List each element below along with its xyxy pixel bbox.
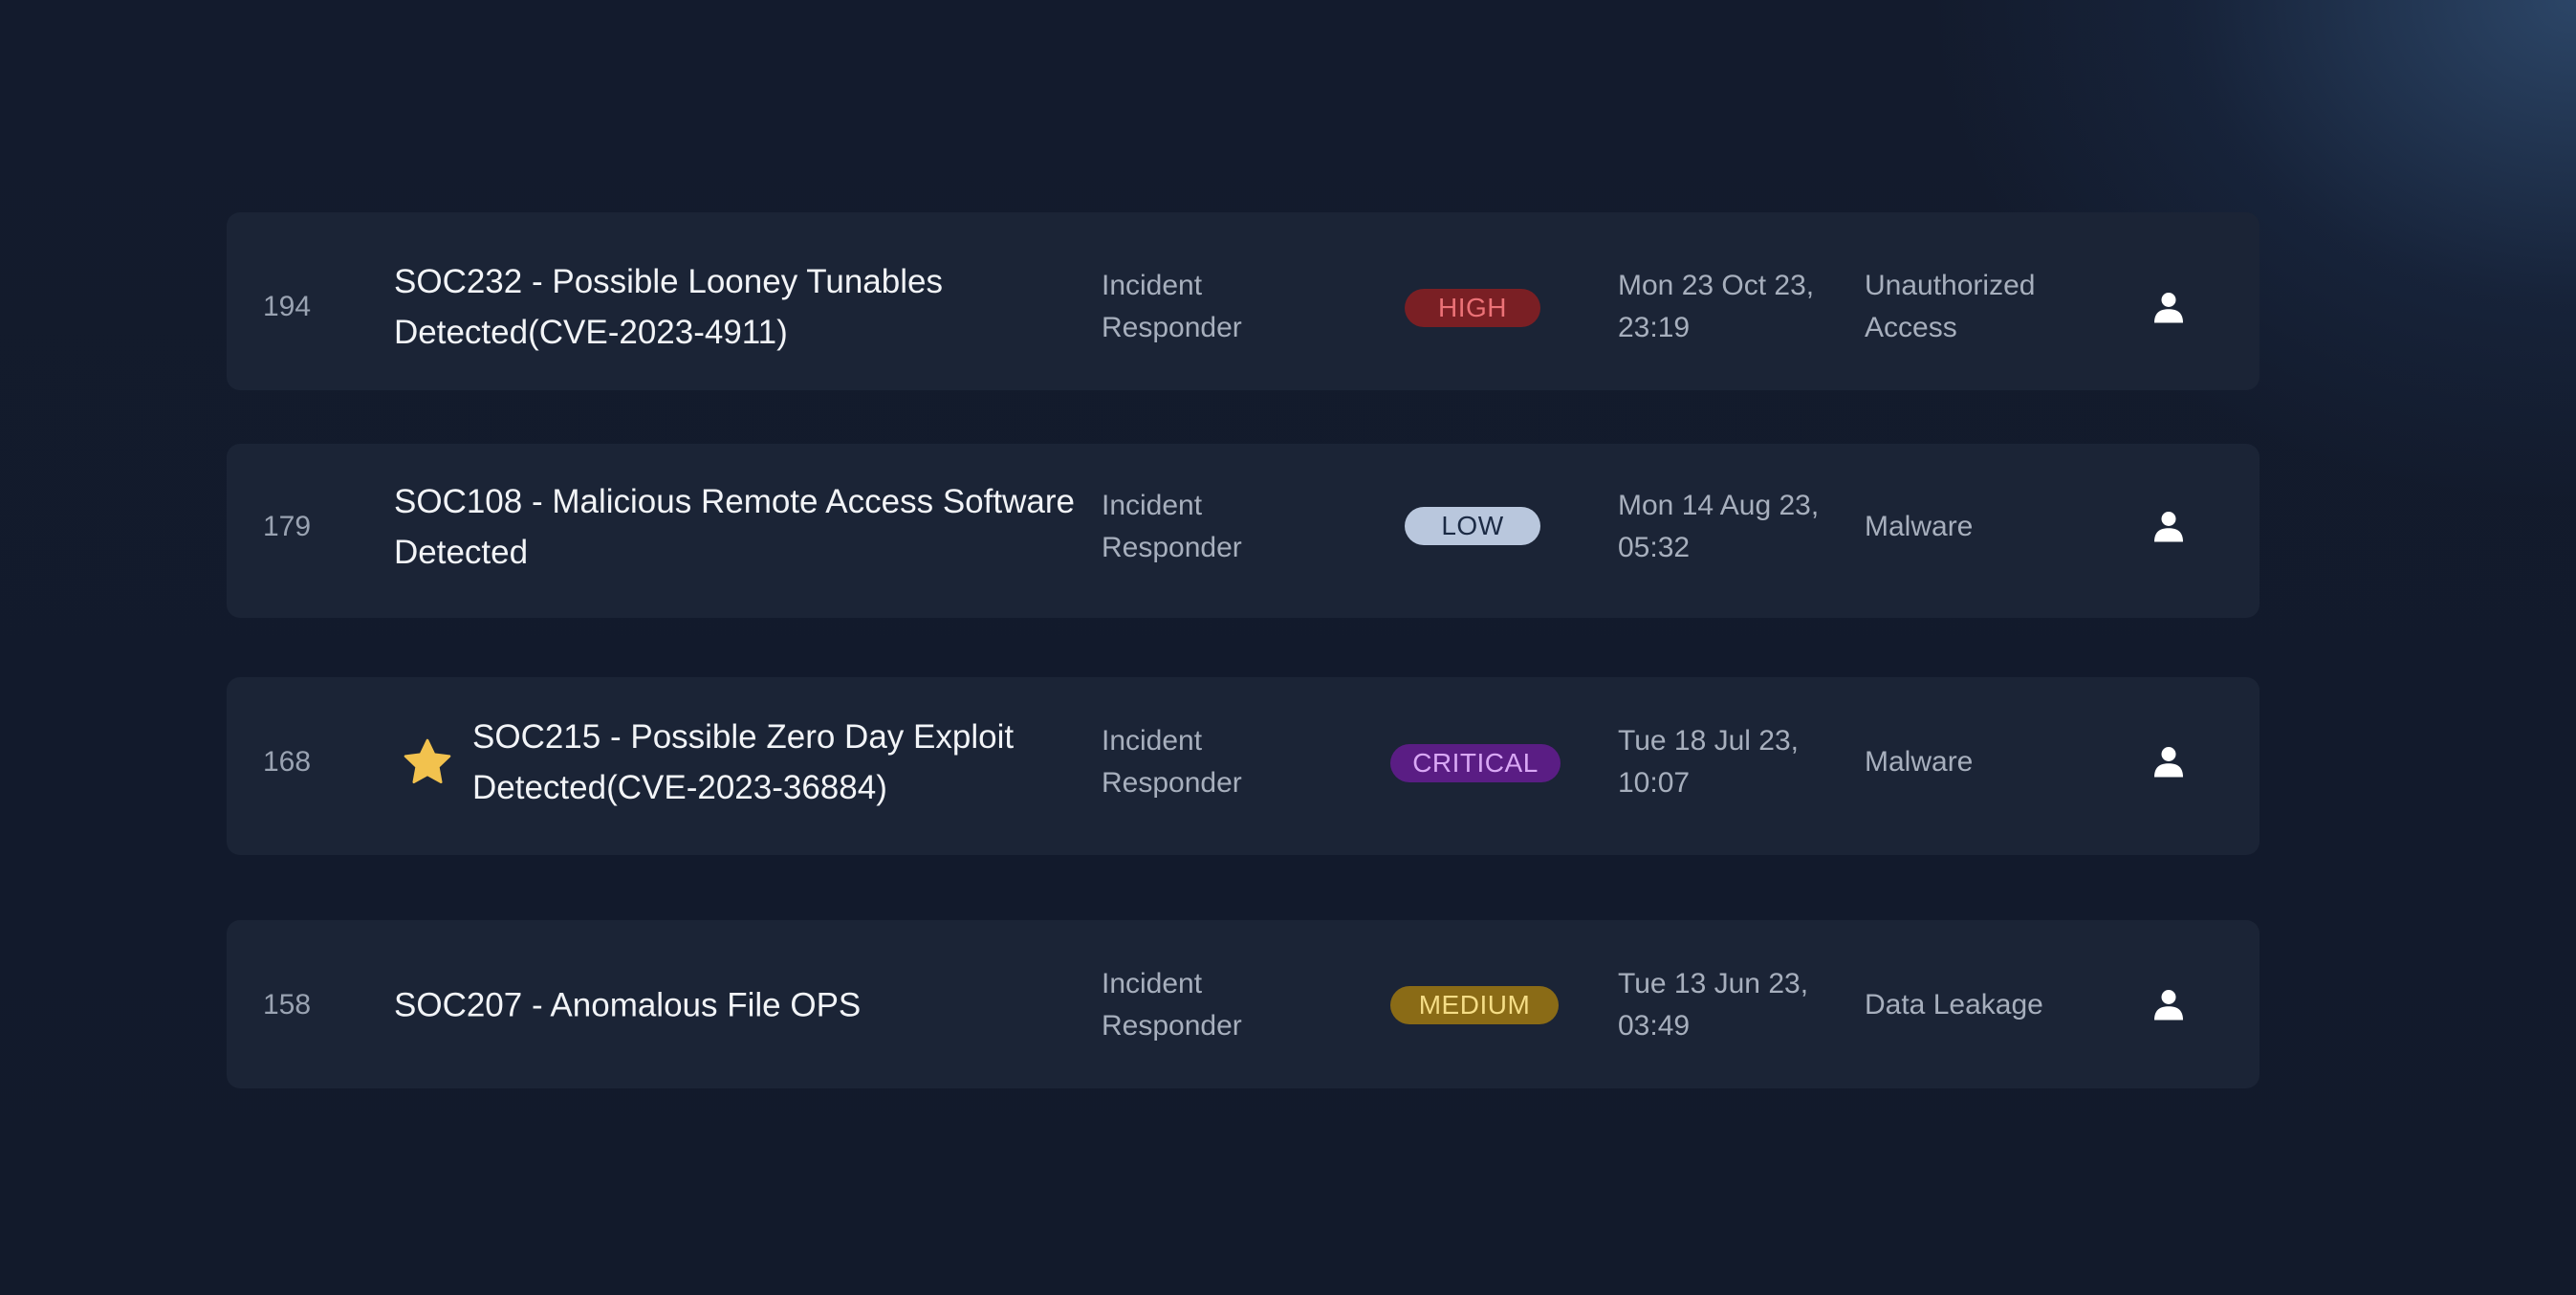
alert-row[interactable]: 158 SOC207 - Anomalous File OPS Incident…	[227, 920, 2259, 1088]
alert-role: Incident Responder	[1102, 725, 1242, 799]
alert-row[interactable]: 194 SOC232 - Possible Looney Tunables De…	[227, 212, 2259, 390]
severity-badge: HIGH	[1405, 289, 1540, 327]
alert-date: Tue 13 Jun 23, 03:49	[1618, 968, 1809, 1042]
alert-row[interactable]: 168 SOC215 - Possible Zero Day Exploit D…	[227, 677, 2259, 855]
alert-date: Mon 14 Aug 23, 05:32	[1618, 490, 1820, 563]
alert-date: Mon 23 Oct 23, 23:19	[1618, 270, 1815, 343]
alert-id: 158	[263, 989, 312, 1021]
alert-date: Tue 18 Jul 23, 10:07	[1618, 725, 1800, 799]
alert-title-wrap: SOC215 - Possible Zero Day Exploit Detec…	[402, 712, 1084, 813]
severity-badge: MEDIUM	[1390, 986, 1559, 1024]
alert-title[interactable]: SOC215 - Possible Zero Day Exploit Detec…	[472, 712, 1084, 813]
alert-role: Incident Responder	[1102, 968, 1242, 1042]
alert-role: Incident Responder	[1102, 490, 1242, 563]
alert-title-wrap: SOC108 - Malicious Remote Access Softwar…	[394, 476, 1111, 578]
user-icon[interactable]	[2151, 290, 2186, 324]
alert-row[interactable]: 179 SOC108 - Malicious Remote Access Sof…	[227, 444, 2259, 618]
alert-title[interactable]: SOC108 - Malicious Remote Access Softwar…	[394, 476, 1111, 578]
alert-category: Malware	[1865, 511, 1974, 542]
alert-role: Incident Responder	[1102, 270, 1242, 343]
alert-title[interactable]: SOC207 - Anomalous File OPS	[394, 980, 1111, 1031]
severity-badge: CRITICAL	[1390, 744, 1561, 782]
alert-category: Malware	[1865, 746, 1974, 778]
user-icon[interactable]	[2151, 987, 2186, 1021]
star-icon[interactable]	[402, 736, 453, 788]
alert-category: Data Leakage	[1865, 989, 2043, 1021]
severity-badge: LOW	[1405, 507, 1540, 545]
user-icon[interactable]	[2151, 509, 2186, 543]
alert-title-wrap: SOC207 - Anomalous File OPS	[394, 980, 1111, 1031]
user-icon[interactable]	[2151, 744, 2186, 779]
alert-id: 179	[263, 511, 312, 542]
alert-title[interactable]: SOC232 - Possible Looney Tunables Detect…	[394, 256, 1111, 358]
alert-title-wrap: SOC232 - Possible Looney Tunables Detect…	[394, 256, 1111, 358]
alert-category: Unauthorized Access	[1865, 270, 2036, 343]
alert-list: 194 SOC232 - Possible Looney Tunables De…	[0, 0, 2576, 1295]
alert-id: 168	[263, 746, 312, 778]
alert-id: 194	[263, 291, 312, 322]
